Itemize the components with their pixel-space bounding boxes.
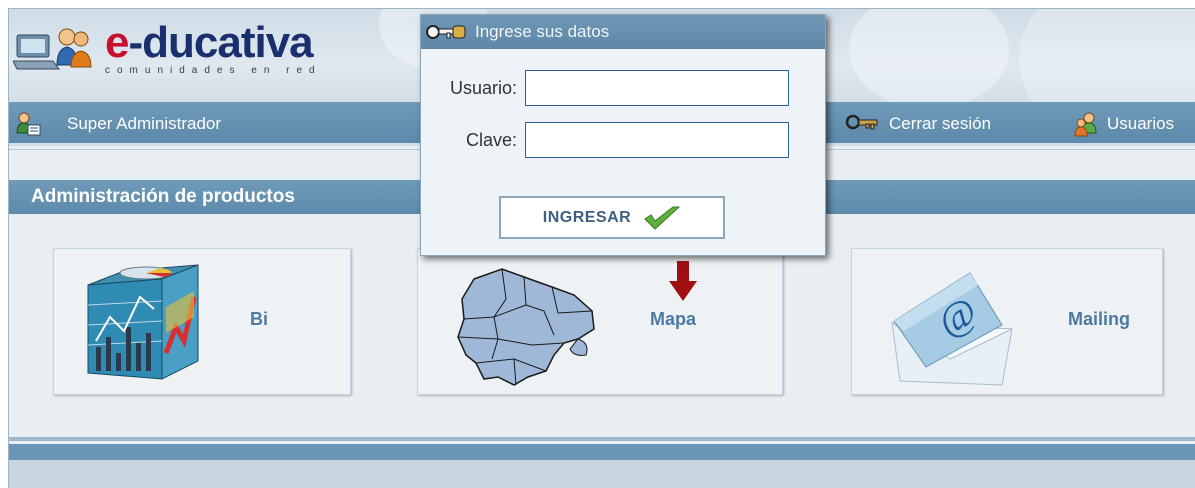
logo-rest: -ducativa: [128, 17, 313, 67]
nav-logout[interactable]: Cerrar sesión: [845, 102, 991, 146]
envelope-at-icon: @: [882, 263, 1022, 392]
nav-users[interactable]: Usuarios: [1073, 102, 1174, 146]
logo-wordmark: e-ducativa: [105, 20, 322, 64]
users-icon: [1073, 111, 1099, 137]
product-label-mailing: Mailing: [1068, 309, 1130, 329]
nav-logout-label: Cerrar sesión: [889, 114, 992, 133]
login-submit-button[interactable]: INGRESAR: [499, 196, 725, 239]
login-submit-label: INGRESAR: [542, 208, 632, 226]
product-card-mapa[interactable]: Mapa: [417, 248, 783, 395]
product-label-bi: Bi: [250, 309, 268, 329]
login-dialog: Ingrese sus datos Usuario: Clave: INGRES…: [420, 14, 826, 256]
logo-prefix: e: [105, 17, 130, 67]
logo-tagline: comunidades en red: [105, 64, 322, 76]
computer-users-icon: [12, 21, 95, 77]
product-card-bi[interactable]: Bi: [53, 248, 351, 395]
username-label: Usuario:: [449, 77, 517, 98]
password-row: Clave:: [421, 122, 825, 158]
map-icon: [454, 259, 604, 394]
username-row: Usuario:: [421, 70, 825, 106]
product-label-mapa: Mapa: [650, 309, 697, 329]
password-input[interactable]: [525, 122, 789, 158]
keys-icon: [425, 22, 469, 42]
footer-area: [9, 460, 1195, 488]
key-icon: [845, 111, 881, 137]
login-dialog-title: Ingrese sus datos: [475, 22, 610, 41]
password-label: Clave:: [465, 129, 517, 150]
arrow-down-icon: [669, 261, 697, 306]
decor-bubble: [1019, 9, 1195, 102]
product-card-mailing[interactable]: @ Mailing: [851, 248, 1163, 395]
nav-users-label: Usuarios: [1107, 114, 1175, 133]
login-dialog-titlebar[interactable]: Ingrese sus datos: [421, 15, 825, 49]
user-card-icon: [15, 111, 41, 137]
nav-user-label: Super Administrador: [67, 114, 222, 133]
footer-divider: [9, 437, 1195, 441]
logo[interactable]: e-ducativa comunidades en red: [12, 20, 322, 77]
bi-cube-chart-icon: [80, 257, 204, 390]
username-input[interactable]: [525, 70, 789, 106]
decor-bubble: [849, 9, 1009, 102]
checkmark-icon: [643, 205, 681, 231]
nav-user[interactable]: Super Administrador: [15, 102, 221, 146]
footer-bar: [9, 444, 1195, 460]
